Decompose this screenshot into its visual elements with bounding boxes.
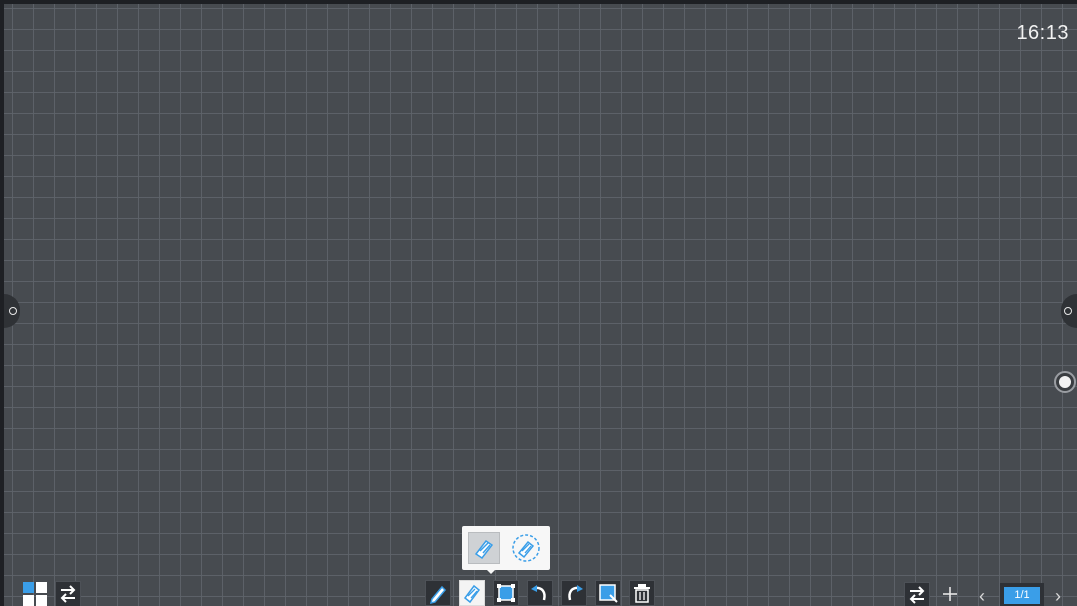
pen-icon <box>429 585 447 605</box>
select-icon <box>497 584 515 602</box>
eraser-icon <box>463 584 481 604</box>
page-indicator[interactable]: 1/1 <box>1000 583 1044 606</box>
undo-button[interactable] <box>527 580 553 606</box>
trash-icon <box>634 584 650 603</box>
select-tool-button[interactable] <box>493 580 519 606</box>
chevron-right-icon: › <box>1055 586 1061 606</box>
plus-icon <box>943 587 957 601</box>
grid-icon <box>23 582 47 606</box>
swap-icon <box>909 586 925 604</box>
popup-arrow <box>487 570 495 574</box>
page-number: 1/1 <box>1004 587 1040 604</box>
switch-button[interactable] <box>55 581 81 606</box>
undo-icon <box>531 585 546 601</box>
eraser-tool-button[interactable] <box>459 580 485 606</box>
eraser-options-popup <box>462 526 550 570</box>
area-eraser-option[interactable] <box>510 532 542 564</box>
area-eraser-icon <box>512 534 540 562</box>
switch-button-right[interactable] <box>904 582 930 606</box>
handle-dot-icon <box>1064 307 1072 315</box>
pen-tool-button[interactable] <box>425 580 451 606</box>
screenshot-icon <box>599 584 618 603</box>
eraser-icon <box>474 539 494 560</box>
clear-button[interactable] <box>629 580 655 606</box>
next-page-button[interactable]: › <box>1050 584 1066 606</box>
clock: 16:13 <box>1016 22 1069 44</box>
right-sidebar-handle[interactable] <box>1061 294 1077 328</box>
add-page-button[interactable] <box>938 582 964 606</box>
redo-button[interactable] <box>561 580 587 606</box>
left-sidebar-handle[interactable] <box>4 294 20 328</box>
screenshot-button[interactable] <box>595 580 621 606</box>
apps-button[interactable] <box>22 581 48 606</box>
redo-icon <box>568 585 583 601</box>
swap-icon <box>60 585 76 603</box>
floating-menu-button[interactable] <box>1054 371 1076 393</box>
chevron-left-icon: ‹ <box>979 586 985 606</box>
handle-dot-icon <box>9 307 17 315</box>
prev-page-button[interactable]: ‹ <box>974 584 990 606</box>
whiteboard-canvas[interactable]: 16:13 ‹ 1/1 › <box>4 4 1077 606</box>
point-eraser-option[interactable] <box>468 532 500 564</box>
